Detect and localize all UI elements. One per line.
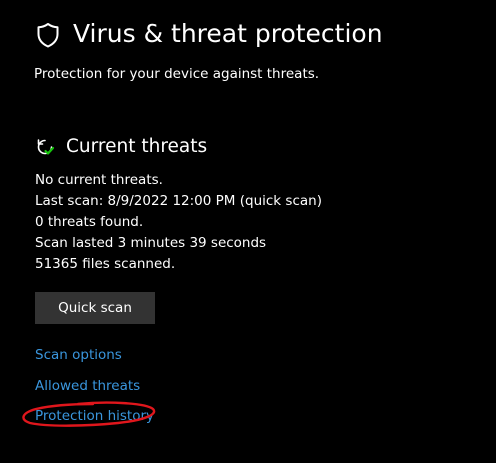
files-scanned-text: 51365 files scanned. [35, 256, 176, 272]
threats-found-text: 0 threats found. [35, 214, 144, 230]
page-title: Virus & threat protection [73, 19, 383, 48]
scan-options-link[interactable]: Scan options [35, 346, 122, 364]
current-threats-title: Current threats [66, 136, 208, 157]
refresh-check-icon [35, 137, 55, 157]
shield-icon [35, 22, 61, 48]
scan-duration-text: Scan lasted 3 minutes 39 seconds [35, 235, 267, 251]
last-scan-text: Last scan: 8/9/2022 12:00 PM (quick scan… [35, 193, 322, 209]
quick-scan-button[interactable]: Quick scan [35, 292, 155, 324]
threat-status-text: No current threats. [35, 172, 163, 188]
page-subtitle: Protection for your device against threa… [34, 66, 320, 82]
protection-history-link[interactable]: Protection history [35, 407, 154, 425]
scan-status: No current threats. Last scan: 8/9/2022 … [35, 170, 322, 275]
allowed-threats-link[interactable]: Allowed threats [35, 377, 140, 395]
